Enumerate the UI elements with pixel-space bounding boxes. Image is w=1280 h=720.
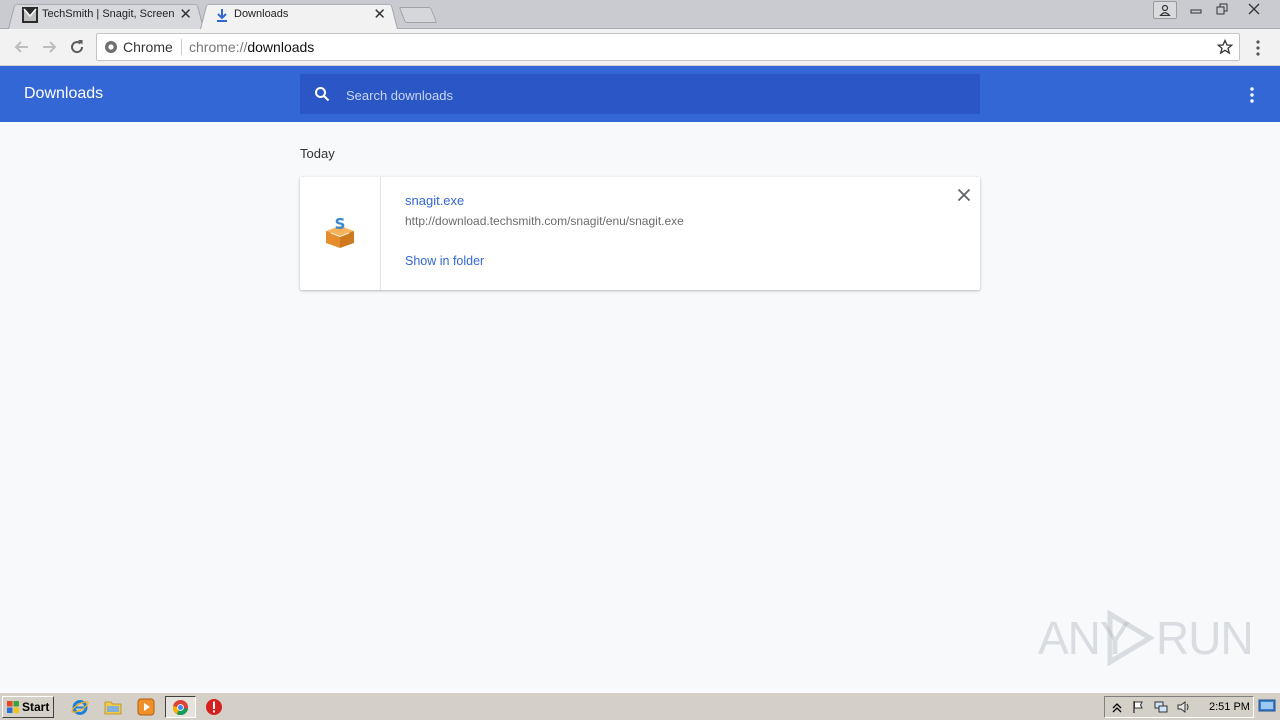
network-icon[interactable]	[1154, 700, 1168, 714]
url-text[interactable]: chrome://downloads	[189, 34, 314, 60]
section-label-today: Today	[300, 146, 335, 161]
media-player-icon[interactable]	[137, 698, 155, 716]
system-tray: 2:51 PM	[1104, 696, 1254, 718]
new-tab-button[interactable]	[398, 7, 438, 23]
tab-strip: TechSmith | Snagit, Screen ✕ Downloads ✕	[0, 0, 1280, 29]
search-box[interactable]	[300, 74, 980, 116]
tab-techsmith[interactable]: TechSmith | Snagit, Screen ✕	[8, 2, 204, 29]
volume-icon[interactable]	[1177, 700, 1191, 714]
techsmith-favicon	[22, 7, 38, 23]
chrome-icon	[172, 699, 189, 716]
tab-close-icon[interactable]: ✕	[179, 2, 192, 27]
close-window-button[interactable]	[1238, 1, 1270, 17]
play-triangle-icon	[1107, 610, 1155, 666]
more-actions-icon[interactable]	[1246, 86, 1258, 104]
clock[interactable]: 2:51 PM	[1209, 697, 1250, 717]
search-icon	[315, 87, 330, 102]
restore-icon	[1216, 3, 1228, 15]
start-label: Start	[22, 700, 50, 714]
chrome-taskbar-button[interactable]	[165, 696, 196, 718]
windows-logo-icon	[7, 701, 19, 713]
tab-close-icon[interactable]: ✕	[373, 2, 386, 27]
folder-icon[interactable]	[104, 698, 122, 716]
person-icon	[1159, 4, 1171, 17]
close-icon	[1248, 3, 1260, 15]
url-scheme: chrome://	[189, 39, 248, 55]
anyrun-watermark: ANY RUN	[1038, 608, 1254, 668]
downloads-header: Downloads	[0, 66, 1280, 122]
browser-toolbar: Chrome chrome://downloads	[0, 29, 1280, 66]
page-title: Downloads	[24, 85, 104, 102]
svg-text:S: S	[335, 215, 346, 233]
download-item-card: S snagit.exe http://download.techsmith.c…	[300, 177, 980, 290]
tab-downloads[interactable]: Downloads ✕	[200, 2, 398, 29]
restore-button[interactable]	[1210, 1, 1234, 17]
file-source-url: http://download.techsmith.com/snagit/enu…	[405, 214, 684, 228]
show-desktop-icon[interactable]	[1258, 697, 1276, 715]
omnibox[interactable]: Chrome chrome://downloads	[96, 33, 1240, 61]
chrome-menu-icon[interactable]	[1252, 39, 1264, 57]
stop-sign-icon[interactable]	[205, 698, 223, 716]
watermark-text-right: RUN	[1156, 612, 1254, 664]
minimize-icon	[1190, 9, 1202, 14]
search-input[interactable]	[344, 74, 968, 116]
back-arrow-icon[interactable]	[12, 37, 32, 57]
chrome-page-icon[interactable]	[104, 40, 118, 54]
internet-explorer-icon[interactable]	[71, 698, 89, 716]
reload-icon[interactable]	[67, 37, 87, 57]
tab-title: Downloads	[234, 8, 289, 20]
tray-expand-icon[interactable]	[1110, 700, 1124, 714]
remove-download-icon[interactable]	[954, 185, 974, 205]
omnibox-divider	[181, 39, 182, 55]
snagit-installer-icon: S	[326, 215, 354, 248]
forward-arrow-icon[interactable]	[39, 37, 59, 57]
minimize-button[interactable]	[1184, 1, 1208, 17]
tab-title: TechSmith | Snagit, Screen	[42, 8, 175, 20]
omnibox-chip-label: Chrome	[123, 39, 173, 55]
url-path: downloads	[247, 39, 315, 55]
action-center-flag-icon[interactable]	[1131, 700, 1145, 714]
bookmark-star-icon[interactable]	[1217, 39, 1233, 55]
show-in-folder-link[interactable]: Show in folder	[405, 254, 484, 268]
download-arrow-icon	[217, 9, 227, 22]
file-name-link[interactable]: snagit.exe	[405, 193, 464, 208]
file-icon-well: S	[300, 177, 381, 290]
start-button[interactable]: Start	[2, 696, 54, 718]
profile-button[interactable]	[1153, 1, 1177, 19]
taskbar: Start 2:51 PM	[0, 692, 1280, 720]
